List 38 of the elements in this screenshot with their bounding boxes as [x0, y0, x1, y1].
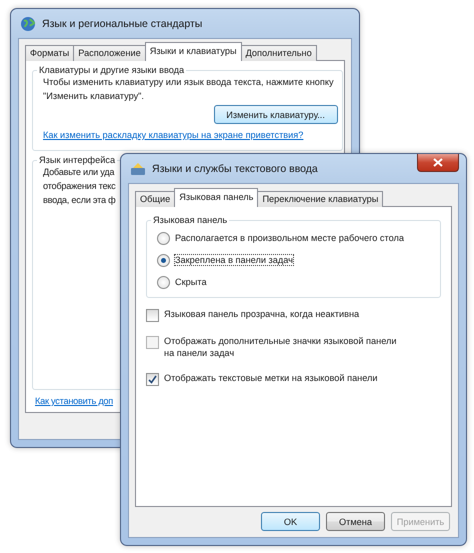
close-button[interactable] — [417, 154, 459, 172]
tab[interactable]: Дополнительно — [240, 45, 317, 61]
tab[interactable]: Переключение клавиатуры — [257, 191, 384, 207]
tab[interactable]: Языковая панель — [174, 188, 258, 207]
change-keyboard-button[interactable]: Изменить клавиатуру... — [214, 105, 338, 124]
checkbox-label: Отображать текстовые метки на языковой панели — [164, 372, 379, 384]
dialog-button[interactable]: Отмена — [326, 512, 385, 531]
checkmark-icon — [148, 375, 157, 384]
checkbox[interactable] — [146, 309, 159, 322]
dialog-button[interactable]: OK — [261, 512, 320, 531]
keyboard-icon — [130, 162, 146, 176]
option-label: Располагается в произвольном месте рабочего стола — [175, 233, 404, 243]
description-text: "Изменить клавиатуру". — [43, 90, 144, 103]
checkbox-label: Языковая панель прозрачна, когда неактивна — [164, 308, 360, 320]
description-text: Чтобы изменить клавиатуру или язык ввода текста, нажмите кнопку — [43, 76, 334, 89]
globe-icon — [20, 16, 36, 32]
description-text: отображения текс — [43, 180, 116, 193]
radio-button[interactable] — [157, 254, 170, 266]
tab[interactable]: Общие — [135, 191, 176, 207]
group-title: Языковая панель — [152, 215, 228, 225]
help-link[interactable]: Как установить доп — [35, 396, 114, 406]
window-title: Язык и региональные стандарты — [42, 18, 202, 30]
radio-button[interactable] — [157, 232, 170, 244]
close-icon — [433, 158, 443, 167]
option-label: Скрыта — [175, 277, 207, 287]
radio-button[interactable] — [157, 276, 170, 288]
help-link[interactable]: Как изменить раскладку клавиатуры на экране приветствия? — [43, 130, 304, 140]
checkbox[interactable] — [146, 373, 159, 386]
description-text: ввода, если эта ф — [43, 194, 116, 207]
description-text: Добавьте или уда — [43, 166, 114, 179]
group-title: Клавиатуры и другие языки ввода — [38, 65, 186, 75]
tab[interactable]: Расположение — [73, 45, 146, 61]
option-label: Закреплена в панели задач — [175, 255, 293, 265]
tab[interactable]: Форматы — [25, 45, 74, 61]
tab[interactable]: Языки и клавиатуры — [144, 42, 242, 61]
window-title: Языки и службы текстового ввода — [152, 162, 318, 174]
group-title: Язык интерфейса — [38, 155, 116, 165]
checkbox-label: Отображать дополнительные значки языковой панели на панели задач — [164, 335, 398, 359]
